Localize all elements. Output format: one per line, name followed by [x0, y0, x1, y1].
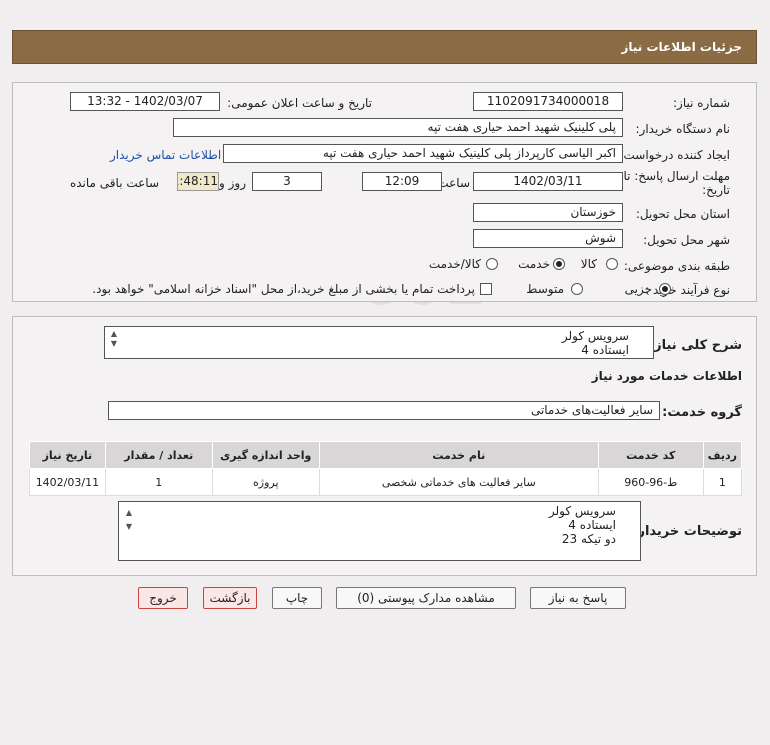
deadline-label-2: تاریخ: — [702, 183, 730, 197]
buyer-org-field: پلی کلینیک شهید احمد حیاری هفت تپه — [173, 118, 623, 137]
notes-line-2: ایستاده 4 — [568, 518, 616, 532]
page-title: جزئیات اطلاعات نیاز — [621, 40, 742, 54]
category-option-goods-service: کالا/خدمت — [428, 257, 481, 271]
cell-need-date: 1402/03/11 — [29, 468, 106, 496]
category-radio-service[interactable] — [553, 258, 565, 270]
notes-line-1: سرویس کولر — [548, 504, 616, 518]
buyer-notes-label: توضیحات خریدار: — [632, 524, 742, 539]
category-radio-goods-service[interactable] — [486, 258, 498, 270]
category-option-goods: کالا — [580, 257, 597, 271]
process-option-minor: جزیی — [624, 282, 652, 296]
province-field: خوزستان — [473, 203, 623, 222]
services-table-header: ردیف کد خدمت نام خدمت واحد اندازه گیری ت… — [29, 441, 743, 469]
announce-field: 1402/03/07 - 13:32 — [70, 92, 220, 111]
service-group-label: گروه خدمت: — [662, 405, 742, 420]
back-button[interactable]: بازگشت — [203, 587, 257, 609]
days-label: روز و — [219, 176, 246, 190]
contact-buyer-link[interactable]: اطلاعات تماس خریدار — [110, 148, 221, 162]
buyer-notes-textarea[interactable]: سرویس کولر ایستاده 4 دو تیکه 23 ▲ ▼ — [118, 501, 641, 561]
deadline-date-field: 1402/03/11 — [473, 172, 623, 191]
notes-scroll-handle[interactable]: ▲ ▼ — [123, 506, 135, 534]
treasury-payment-checkbox[interactable] — [480, 283, 492, 295]
summary-label: شرح کلی نیاز: — [648, 338, 742, 353]
treasury-payment-note: پرداخت تمام یا بخشی از مبلغ خرید،از محل … — [92, 282, 475, 296]
attachments-button[interactable]: مشاهده مدارک پیوستی (0) — [336, 587, 516, 609]
exit-button[interactable]: خروج — [138, 587, 188, 609]
process-option-medium: متوسط — [526, 282, 564, 296]
remaining-label: ساعت باقی مانده — [69, 176, 159, 190]
process-label: نوع فرآیند خرید : — [645, 283, 730, 297]
summary-line-1: سرویس کولر — [561, 329, 629, 343]
deadline-time-label: ساعت — [437, 176, 470, 190]
cell-quantity: 1 — [104, 468, 213, 496]
reply-button[interactable]: پاسخ به نیاز — [530, 587, 626, 609]
deadline-time-field: 12:09 — [362, 172, 442, 191]
category-option-service: خدمت — [518, 257, 550, 271]
province-label: استان محل تحویل: — [635, 207, 730, 221]
services-section-title: اطلاعات خدمات مورد نیاز — [591, 369, 742, 383]
cell-unit: پروژه — [211, 468, 320, 496]
col-quantity: تعداد / مقدار — [104, 441, 213, 469]
city-label: شهر محل تحویل: — [643, 233, 730, 247]
col-service-name: نام خدمت — [318, 441, 599, 469]
notes-line-3: دو تیکه 23 — [561, 532, 616, 546]
col-row: ردیف — [702, 441, 743, 469]
city-field: شوش — [473, 229, 623, 248]
announce-label: تاریخ و ساعت اعلان عمومی: — [227, 96, 372, 110]
buyer-org-label: نام دستگاه خریدار: — [635, 122, 731, 136]
need-number-label: شماره نیاز: — [673, 96, 730, 110]
category-label: طبقه بندی موضوعی: — [623, 259, 730, 273]
col-service-code: کد خدمت — [597, 441, 704, 469]
summary-textarea: سرویس کولر ایستاده 4 ▲ ▼ — [104, 326, 654, 359]
services-table: ردیف کد خدمت نام خدمت واحد اندازه گیری ت… — [29, 441, 743, 496]
creator-field: اکبر الیاسی کارپرداز پلی کلینیک شهید احم… — [223, 144, 623, 163]
cell-row: 1 — [702, 468, 743, 496]
cell-service-code: ط-96-960 — [597, 468, 704, 496]
service-group-field: سایر فعالیت‌های خدماتی — [108, 401, 660, 420]
summary-scroll-handle[interactable]: ▲ ▼ — [108, 329, 120, 349]
deadline-label: مهلت ارسال پاسخ: تا — [623, 169, 730, 183]
need-number-field: 1102091734000018 — [473, 92, 623, 111]
category-radio-goods[interactable] — [606, 258, 618, 270]
cell-service-name: سایر فعالیت های خدماتی شخصی — [318, 468, 599, 496]
page-header: جزئیات اطلاعات نیاز — [12, 30, 757, 64]
process-radio-minor[interactable] — [659, 283, 671, 295]
print-button[interactable]: چاپ — [272, 587, 322, 609]
process-radio-medium[interactable] — [571, 283, 583, 295]
table-row: 1 ط-96-960 سایر فعالیت های خدماتی شخصی پ… — [29, 468, 743, 496]
remaining-time-field: 21:48:11 — [177, 172, 219, 191]
col-unit: واحد اندازه گیری — [211, 441, 320, 469]
col-need-date: تاریخ نیاز — [29, 441, 106, 469]
days-field: 3 — [252, 172, 322, 191]
creator-label: ایجاد کننده درخواست: — [619, 148, 730, 162]
summary-line-2: ایستاده 4 — [581, 343, 629, 357]
